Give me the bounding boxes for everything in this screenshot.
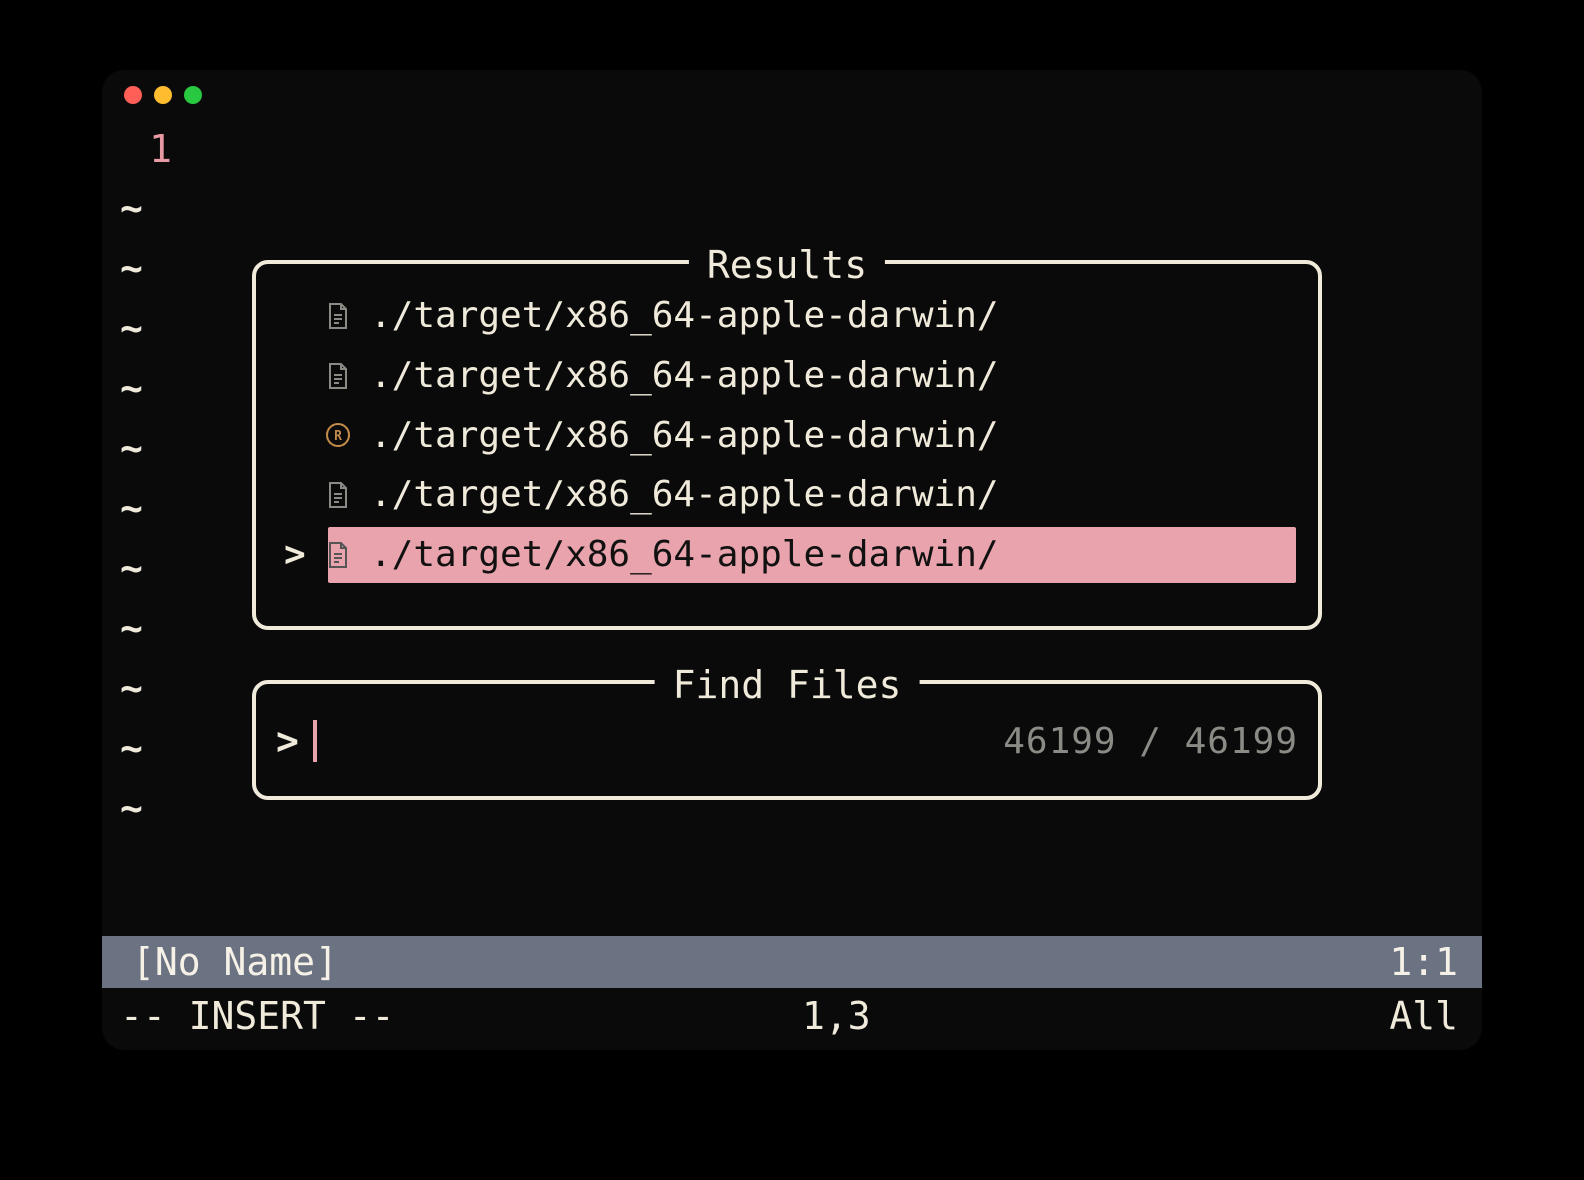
editor-area: 1 ~~~~~~~~~~~ Results ./target/x86_64-ap… (102, 120, 1482, 1050)
status-position: 1:1 (1389, 933, 1458, 992)
result-row[interactable]: ./target/x86_64-apple-darwin/ (268, 346, 1306, 406)
mode-line: -- INSERT -- 1,3 All (102, 990, 1482, 1042)
results-title: Results (689, 236, 885, 295)
terminal-window: 1 ~~~~~~~~~~~ Results ./target/x86_64-ap… (102, 70, 1482, 1050)
tilde-marker: ~ (120, 658, 143, 718)
find-files-title: Find Files (655, 656, 920, 715)
result-row[interactable]: R ./target/x86_64-apple-darwin/ (268, 406, 1306, 466)
scroll-indicator: All (1389, 987, 1458, 1046)
result-path: ./target/x86_64-apple-darwin/ (370, 467, 1290, 523)
buffer-name: [No Name] (132, 933, 338, 992)
minimize-icon[interactable] (154, 86, 172, 104)
result-row[interactable]: ./target/x86_64-apple-darwin/ (268, 465, 1306, 525)
tilde-marker: ~ (120, 238, 143, 298)
find-files-popup: Find Files > 46199 / 46199 (252, 680, 1322, 800)
tilde-marker: ~ (120, 598, 143, 658)
line-1: 1 (102, 120, 1482, 179)
result-row[interactable]: ./target/x86_64-apple-darwin/ (268, 286, 1306, 346)
file-icon (324, 362, 352, 390)
svg-text:R: R (334, 429, 342, 444)
editor-mode: -- INSERT -- (120, 987, 395, 1046)
tilde-marker: ~ (120, 538, 143, 598)
tilde-marker: ~ (120, 178, 143, 238)
close-icon[interactable] (124, 86, 142, 104)
cursor-position: 1,3 (802, 987, 871, 1046)
results-popup: Results ./target/x86_64-apple-darwin/./t… (252, 260, 1322, 630)
find-files-count: 46199 / 46199 (1003, 714, 1298, 770)
selection-marker-icon: > (284, 527, 306, 583)
empty-line-tildes: ~~~~~~~~~~~ (120, 178, 143, 838)
tilde-marker: ~ (120, 418, 143, 478)
result-path: ./target/x86_64-apple-darwin/ (370, 527, 1290, 583)
tilde-marker: ~ (120, 778, 143, 838)
file-icon (324, 481, 352, 509)
rust-file-icon: R (324, 422, 352, 448)
zoom-icon[interactable] (184, 86, 202, 104)
results-list: ./target/x86_64-apple-darwin/./target/x8… (268, 286, 1306, 585)
result-path: ./target/x86_64-apple-darwin/ (370, 288, 1290, 344)
file-icon (324, 541, 352, 569)
tilde-marker: ~ (120, 478, 143, 538)
result-row[interactable]: > ./target/x86_64-apple-darwin/ (268, 525, 1306, 585)
result-path: ./target/x86_64-apple-darwin/ (370, 348, 1290, 404)
line-number: 1 (102, 120, 202, 179)
result-path: ./target/x86_64-apple-darwin/ (370, 408, 1290, 464)
titlebar (102, 70, 1482, 120)
find-files-prompt: > (276, 712, 299, 771)
tilde-marker: ~ (120, 358, 143, 418)
file-icon (324, 302, 352, 330)
tilde-marker: ~ (120, 718, 143, 778)
text-cursor-icon (313, 720, 317, 762)
tilde-marker: ~ (120, 298, 143, 358)
status-bar: [No Name] 1:1 (102, 936, 1482, 988)
